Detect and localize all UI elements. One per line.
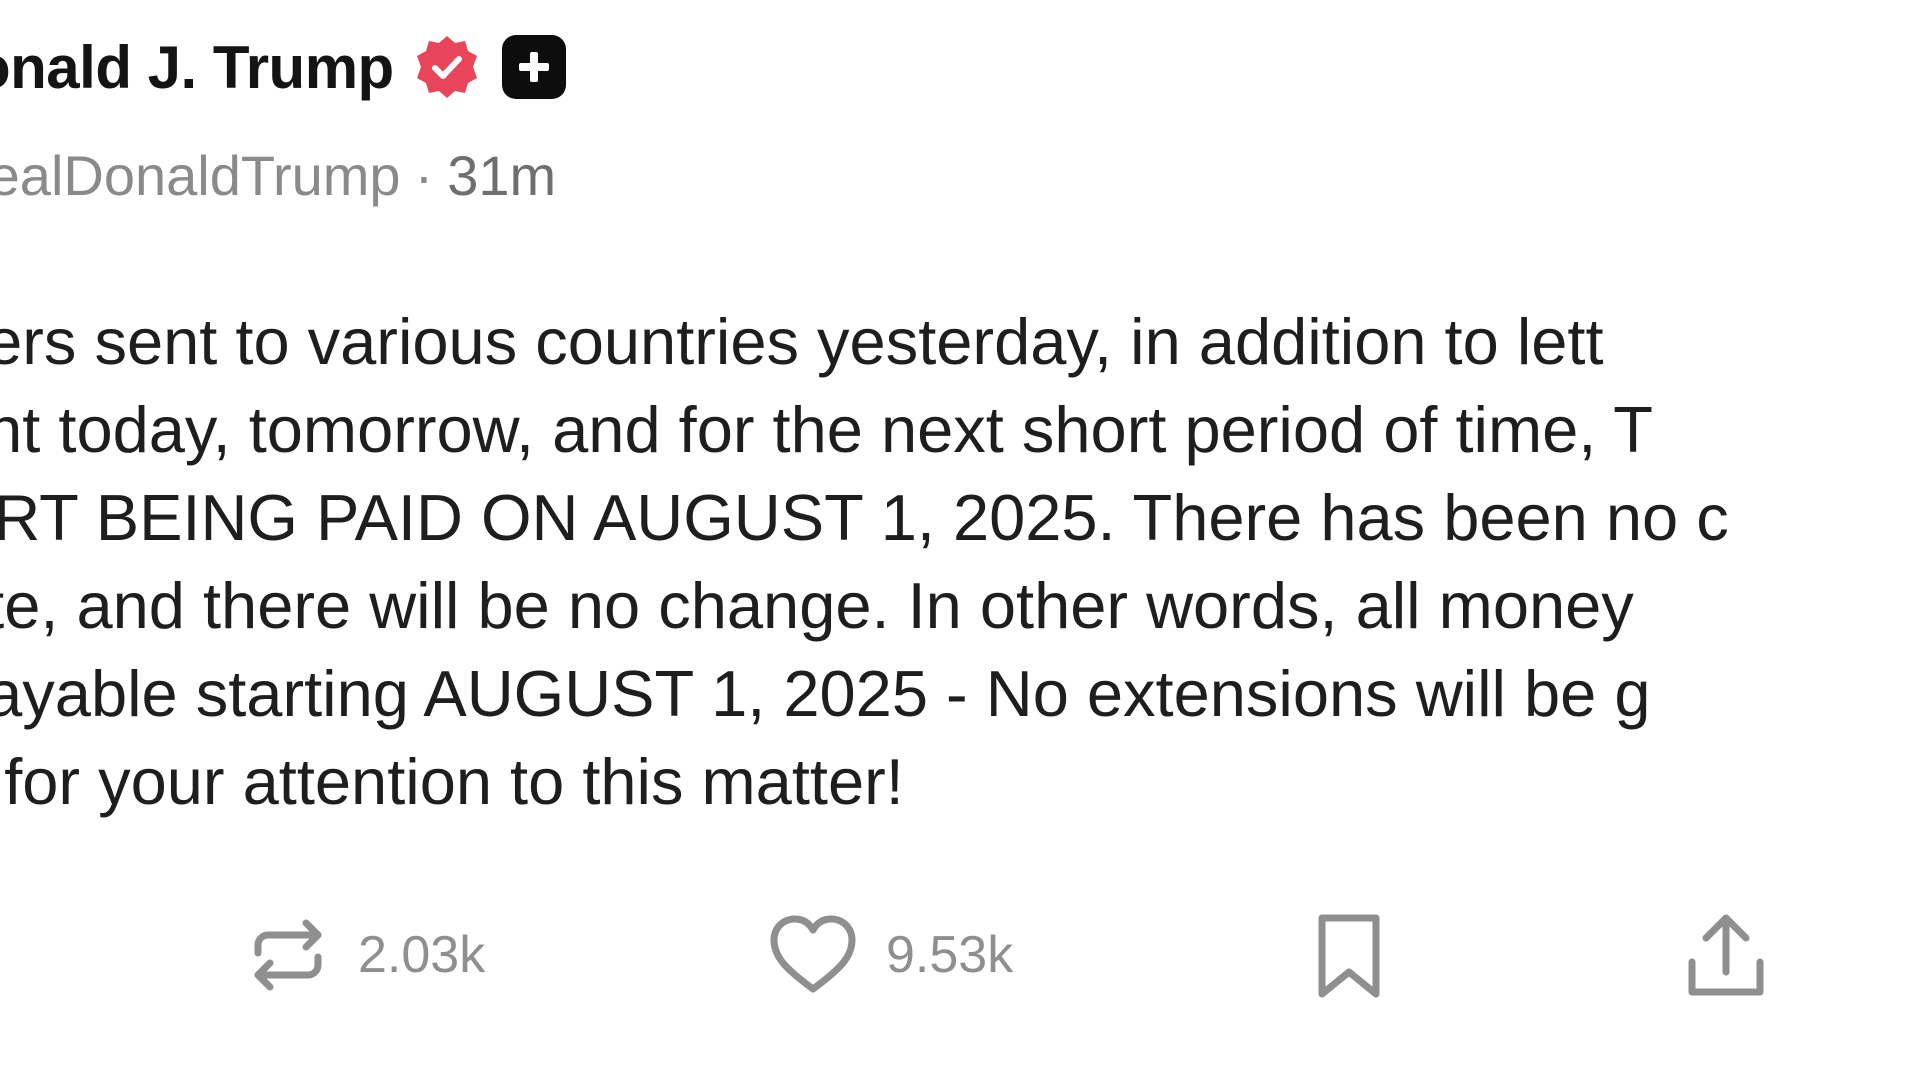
post-body-line: ent today, tomorrow, and for the next sh… <box>0 393 1653 466</box>
author-display-name[interactable]: onald J. Trump <box>0 33 394 102</box>
repost-button[interactable]: 2.03k <box>246 910 485 1000</box>
plus-badge-icon <box>501 35 566 99</box>
heart-icon <box>770 915 856 993</box>
author-row: onald J. Trump <box>0 22 566 112</box>
post-body-line: tters sent to various countries yesterda… <box>0 305 1604 378</box>
post-timestamp[interactable]: 31m <box>447 143 556 208</box>
post-body-line: payable starting AUGUST 1, 2025 - No ext… <box>0 657 1651 730</box>
post-body: tters sent to various countries yesterda… <box>0 298 1920 826</box>
post-body-line: ART BEING PAID ON AUGUST 1, 2025. There … <box>0 481 1729 554</box>
like-count: 9.53k <box>886 926 1014 984</box>
share-button[interactable] <box>1684 910 1768 1000</box>
bookmark-icon <box>1318 914 1380 998</box>
share-icon <box>1688 914 1764 996</box>
post-body-line: ate, and there will be no change. In oth… <box>0 569 1634 642</box>
repost-count: 2.03k <box>358 926 486 984</box>
bookmark-button[interactable] <box>1314 910 1384 1000</box>
post-body-line: u for your attention to this matter! <box>0 745 904 818</box>
post-card: onald J. Trump realDonaldTrump · 31m tte… <box>0 0 1920 1075</box>
author-handle[interactable]: realDonaldTrump <box>0 143 401 208</box>
handle-separator: · <box>414 143 434 207</box>
handle-row: realDonaldTrump · 31m <box>0 140 556 210</box>
repost-icon <box>254 919 322 991</box>
verified-badge-icon <box>414 34 480 100</box>
like-button[interactable]: 9.53k <box>768 910 1013 1000</box>
